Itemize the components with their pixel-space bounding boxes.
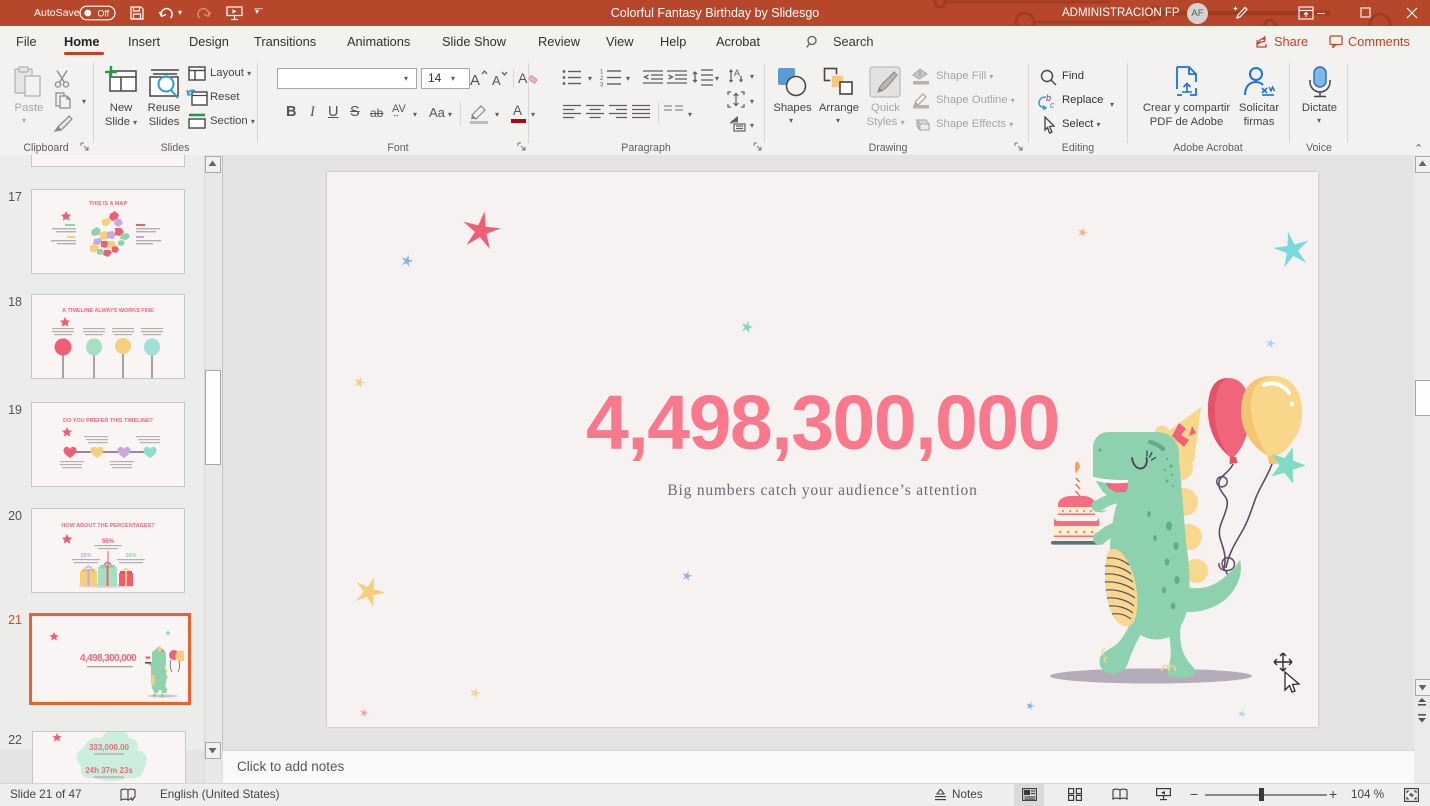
svg-text:c: c <box>1050 100 1055 110</box>
svg-text:30%: 30% <box>125 553 136 559</box>
svg-text:A: A <box>492 73 501 87</box>
svg-text:A: A <box>470 72 480 87</box>
svg-text:333,000.00: 333,000.00 <box>89 743 130 752</box>
svg-text:A: A <box>734 68 740 78</box>
svg-text:A TIMELINE ALWAYS WORKS FINE: A TIMELINE ALWAYS WORKS FINE <box>62 308 154 314</box>
svg-text:THIS IS A MAP: THIS IS A MAP <box>89 201 127 207</box>
svg-text:1: 1 <box>600 70 604 76</box>
svg-text:55%: 55% <box>102 539 115 545</box>
svg-text:35%: 35% <box>80 553 91 559</box>
svg-text:2: 2 <box>600 76 604 82</box>
svg-text:DO YOU PREFER THIS TIMELINE?: DO YOU PREFER THIS TIMELINE? <box>63 418 154 424</box>
svg-text:3: 3 <box>600 83 604 88</box>
svg-text:4,498,300,000: 4,498,300,000 <box>80 653 137 664</box>
svg-text:24h 37m 23s: 24h 37m 23s <box>85 766 133 775</box>
svg-text:HOW ABOUT THE PERCENTAGES?: HOW ABOUT THE PERCENTAGES? <box>61 523 155 529</box>
